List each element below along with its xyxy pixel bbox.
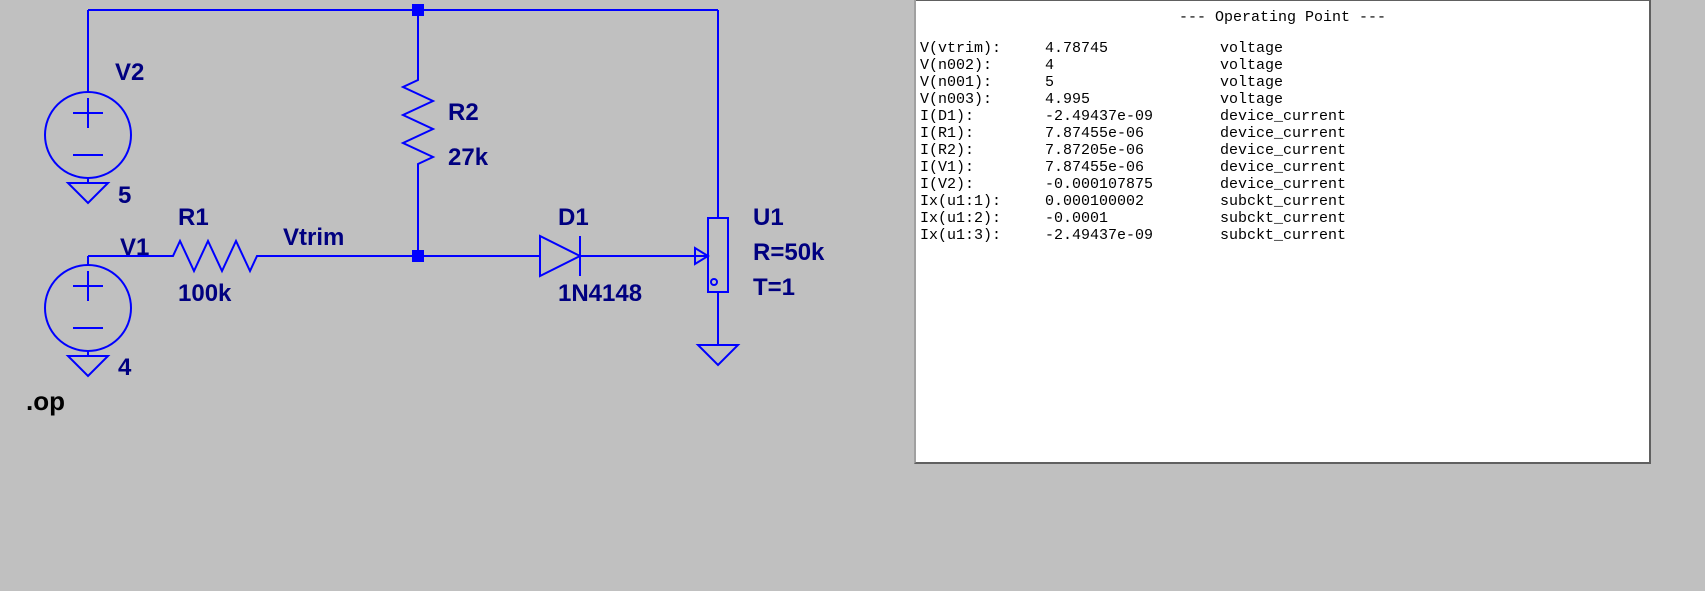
label-r2-ref: R2	[448, 99, 479, 126]
results-row: I(R2):7.87205e-06device_current	[920, 142, 1649, 159]
label-u1-ref: U1	[753, 204, 784, 231]
label-r1-value: 100k	[178, 280, 232, 307]
results-title: --- Operating Point ---	[916, 1, 1649, 30]
spice-directive-op: .op	[26, 386, 65, 416]
results-row: Ix(u1:2):-0.0001subckt_current	[920, 210, 1649, 227]
label-v2-ref: V2	[115, 59, 144, 86]
label-r1-ref: R1	[178, 204, 209, 231]
results-row: I(R1):7.87455e-06device_current	[920, 125, 1649, 142]
results-row: V(n003):4.995voltage	[920, 91, 1649, 108]
schematic-canvas[interactable]: V2 5 V1 4 R1 100k Vtrim R2 27k D1 1N4148…	[0, 0, 900, 586]
results-table: V(vtrim):4.78745voltage V(n002):4voltage…	[916, 40, 1649, 244]
results-row: I(V2):-0.000107875device_current	[920, 176, 1649, 193]
results-row: V(n001):5voltage	[920, 74, 1649, 91]
results-row: Ix(u1:3):-2.49437e-09subckt_current	[920, 227, 1649, 244]
label-r2-value: 27k	[448, 144, 489, 171]
label-d1-ref: D1	[558, 204, 589, 231]
results-row: I(V1):7.87455e-06device_current	[920, 159, 1649, 176]
label-d1-value: 1N4148	[558, 280, 642, 307]
results-panel: --- Operating Point --- V(vtrim):4.78745…	[914, 0, 1651, 464]
label-v1-value: 4	[118, 354, 132, 381]
label-v2-value: 5	[118, 182, 131, 209]
results-row: Ix(u1:1):0.000100002subckt_current	[920, 193, 1649, 210]
net-label-vtrim: Vtrim	[283, 224, 344, 251]
results-row: V(vtrim):4.78745voltage	[920, 40, 1649, 57]
results-row: I(D1):-2.49437e-09device_current	[920, 108, 1649, 125]
results-row: V(n002):4voltage	[920, 57, 1649, 74]
label-u1-param1: R=50k	[753, 239, 825, 266]
label-u1-param2: T=1	[753, 274, 795, 301]
